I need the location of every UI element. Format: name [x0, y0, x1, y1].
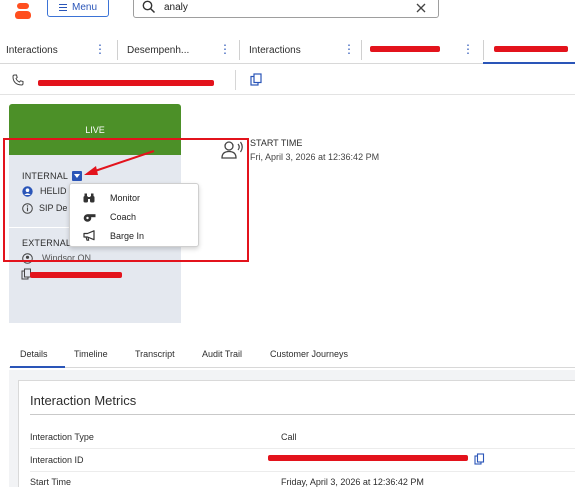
metric-label-interaction-type: Interaction Type [30, 432, 94, 442]
more-vertical-icon[interactable]: ⋮ [94, 43, 106, 55]
header-divider [235, 70, 236, 90]
start-time-value: Fri, April 3, 2026 at 12:36:42 PM [250, 152, 380, 162]
search-value: analy [164, 1, 188, 13]
tab-divider [361, 40, 362, 60]
tab-customer-journeys[interactable]: Customer Journeys [270, 349, 348, 359]
tab-label: Desempenh... [127, 44, 190, 56]
tab-divider [483, 40, 484, 60]
metric-value-start-time: Friday, April 3, 2026 at 12:36:42 PM [281, 477, 424, 487]
tab-label: Interactions [249, 44, 301, 56]
clear-search-icon[interactable] [416, 3, 426, 13]
interaction-tabs: Interactions ⋮ Desempenh... ⋮ Interactio… [0, 36, 575, 64]
interaction-header [0, 65, 575, 95]
copy-icon[interactable] [474, 453, 485, 465]
detail-tabs: Details Timeline Transcript Audit Trail … [9, 344, 575, 368]
metric-label-start-time: Start Time [30, 477, 72, 487]
start-time-label: START TIME [250, 138, 303, 148]
tab-audit-trail[interactable]: Audit Trail [202, 349, 242, 359]
metrics-title: Interaction Metrics [30, 393, 137, 408]
row-divider [30, 448, 575, 449]
tab-redacted-1[interactable]: ⋮ [368, 36, 483, 64]
tab-divider [117, 40, 118, 60]
metric-label-interaction-id: Interaction ID [30, 455, 84, 465]
app-logo-base [15, 11, 31, 19]
metrics-title-rule [30, 414, 575, 415]
menu-button[interactable]: Menu [47, 0, 109, 17]
more-vertical-icon[interactable]: ⋮ [343, 43, 355, 55]
redacted-text [370, 46, 440, 52]
menu-label: Menu [71, 2, 97, 13]
live-label: LIVE [85, 124, 105, 135]
tab-label: Interactions [6, 44, 58, 56]
tab-timeline[interactable]: Timeline [74, 349, 108, 359]
more-vertical-icon[interactable]: ⋮ [462, 43, 474, 55]
search-input[interactable]: analy [133, 0, 439, 18]
row-divider [30, 471, 575, 472]
hamburger-icon [58, 4, 67, 11]
tab-desempenho[interactable]: Desempenh... ⋮ [127, 36, 239, 64]
active-detail-tab-indicator [10, 366, 65, 368]
tab-details[interactable]: Details [20, 349, 48, 359]
redacted-text [494, 46, 568, 52]
tab-interactions-2[interactable]: Interactions ⋮ [249, 36, 361, 64]
annotation-arrow [84, 150, 155, 175]
active-tab-indicator [483, 62, 575, 64]
metric-value-interaction-type: Call [281, 432, 297, 442]
tab-transcript[interactable]: Transcript [135, 349, 175, 359]
copy-icon[interactable] [250, 73, 262, 86]
tab-interactions-1[interactable]: Interactions ⋮ [6, 36, 118, 64]
redacted-text [30, 272, 122, 278]
phone-icon [12, 74, 24, 86]
search-icon [142, 0, 156, 14]
tab-divider [239, 40, 240, 60]
tab-redacted-active[interactable] [490, 36, 575, 64]
redacted-text [38, 80, 214, 86]
redacted-text [268, 455, 468, 461]
more-vertical-icon[interactable]: ⋮ [219, 43, 231, 55]
app-logo [17, 3, 29, 9]
